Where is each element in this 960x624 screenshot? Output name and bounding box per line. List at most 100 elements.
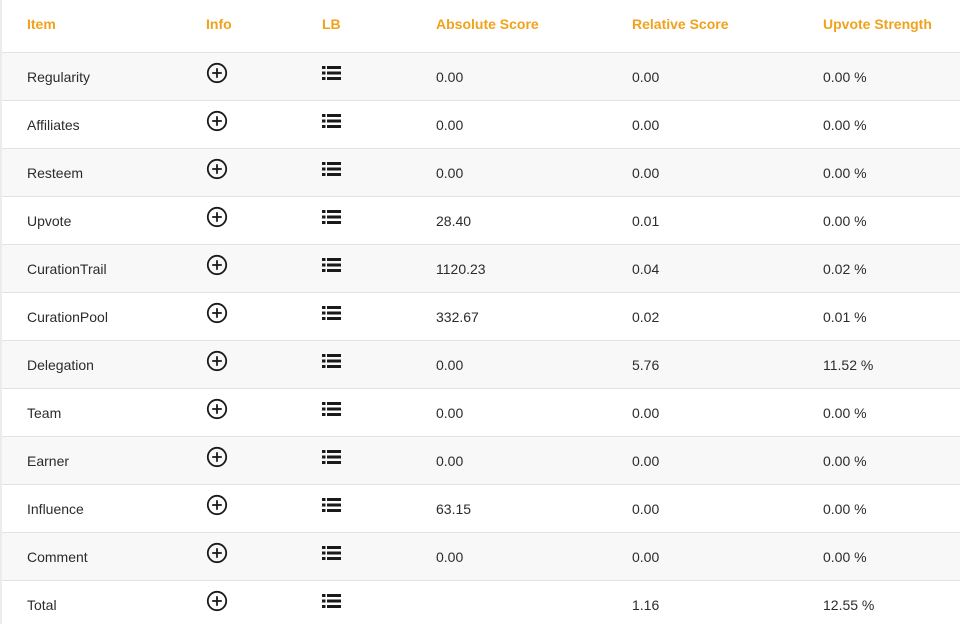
item-name: Comment xyxy=(27,548,88,565)
item-name: Earner xyxy=(27,452,70,469)
column-header-absolute-score[interactable]: Absolute Score xyxy=(436,0,539,52)
list-icon[interactable] xyxy=(322,113,341,129)
plus-circle-icon[interactable] xyxy=(206,398,228,420)
relative-score: 5.76 xyxy=(632,356,660,373)
table-row: Comment 0.00 0.00 0.00 % xyxy=(2,533,960,581)
relative-score: 0.01 xyxy=(632,212,660,229)
relative-score: 0.00 xyxy=(632,164,660,181)
info-cell xyxy=(206,241,228,288)
table-header: Item Info LB Absolute Score Relative Sco… xyxy=(2,0,960,53)
item-name: Resteem xyxy=(27,164,84,181)
plus-circle-icon[interactable] xyxy=(206,158,228,180)
list-icon[interactable] xyxy=(322,305,341,321)
lb-cell xyxy=(322,49,341,96)
column-header-lb[interactable]: LB xyxy=(322,0,341,52)
list-icon[interactable] xyxy=(322,209,341,225)
column-header-upvote-strength[interactable]: Upvote Strength xyxy=(823,0,932,52)
lb-cell xyxy=(322,385,341,432)
relative-score: 0.02 xyxy=(632,308,660,325)
plus-circle-icon[interactable] xyxy=(206,590,228,612)
lb-cell xyxy=(322,97,341,144)
item-name: Total xyxy=(27,596,57,613)
plus-circle-icon[interactable] xyxy=(206,446,228,468)
upvote-strength: 11.52 % xyxy=(823,356,874,373)
lb-cell xyxy=(322,481,341,528)
plus-circle-icon[interactable] xyxy=(206,206,228,228)
absolute-score: 1120.23 xyxy=(436,260,486,277)
absolute-score: 0.00 xyxy=(436,68,464,85)
table-row: Team 0.00 0.00 0.00 % xyxy=(2,389,960,437)
plus-circle-icon[interactable] xyxy=(206,254,228,276)
list-icon[interactable] xyxy=(322,65,341,81)
lb-cell xyxy=(322,193,341,240)
plus-circle-icon[interactable] xyxy=(206,542,228,564)
upvote-strength: 0.00 % xyxy=(823,500,867,517)
item-name: CurationPool xyxy=(27,308,108,325)
list-icon[interactable] xyxy=(322,593,341,609)
item-name: Regularity xyxy=(27,68,91,85)
lb-cell xyxy=(322,241,341,288)
lb-cell xyxy=(322,433,341,480)
item-name: Influence xyxy=(27,500,84,517)
list-icon[interactable] xyxy=(322,257,341,273)
info-cell xyxy=(206,529,228,576)
table-body: Regularity 0.00 0.00 0.00 % Affiliates 0.00 0.… xyxy=(2,53,960,624)
upvote-strength: 0.00 % xyxy=(823,68,867,85)
list-icon[interactable] xyxy=(322,545,341,561)
lb-cell xyxy=(322,577,341,624)
upvote-strength: 0.00 % xyxy=(823,212,867,229)
list-icon[interactable] xyxy=(322,161,341,177)
item-name: Affiliates xyxy=(27,116,80,133)
column-header-item[interactable]: Item xyxy=(27,0,56,52)
upvote-strength: 0.02 % xyxy=(823,260,867,277)
column-header-info[interactable]: Info xyxy=(206,0,232,52)
plus-circle-icon[interactable] xyxy=(206,302,228,324)
item-name: Upvote xyxy=(27,212,72,229)
table-row: Total 1.16 12.55 % xyxy=(2,581,960,624)
plus-circle-icon[interactable] xyxy=(206,110,228,132)
relative-score: 0.00 xyxy=(632,116,660,133)
absolute-score: 63.15 xyxy=(436,500,472,517)
lb-cell xyxy=(322,529,341,576)
upvote-strength: 0.00 % xyxy=(823,452,867,469)
score-table: Item Info LB Absolute Score Relative Sco… xyxy=(0,0,960,624)
relative-score: 0.00 xyxy=(632,404,660,421)
plus-circle-icon[interactable] xyxy=(206,62,228,84)
absolute-score: 0.00 xyxy=(436,452,464,469)
upvote-strength: 12.55 % xyxy=(823,596,875,613)
absolute-score: 0.00 xyxy=(436,548,464,565)
table-row: Influence 63.15 0.00 0.00 % xyxy=(2,485,960,533)
list-icon[interactable] xyxy=(322,449,341,465)
item-name: Delegation xyxy=(27,356,94,373)
column-header-relative-score[interactable]: Relative Score xyxy=(632,0,729,52)
info-cell xyxy=(206,97,228,144)
table-row: Regularity 0.00 0.00 0.00 % xyxy=(2,53,960,101)
table-row: Affiliates 0.00 0.00 0.00 % xyxy=(2,101,960,149)
absolute-score: 0.00 xyxy=(436,356,464,373)
absolute-score: 332.67 xyxy=(436,308,479,325)
upvote-strength: 0.01 % xyxy=(823,308,867,325)
table-row: Resteem 0.00 0.00 0.00 % xyxy=(2,149,960,197)
absolute-score: 0.00 xyxy=(436,164,464,181)
plus-circle-icon[interactable] xyxy=(206,350,228,372)
table-row: CurationPool 332.67 0.02 0.01 % xyxy=(2,293,960,341)
info-cell xyxy=(206,289,228,336)
relative-score: 0.04 xyxy=(632,260,660,277)
list-icon[interactable] xyxy=(322,497,341,513)
plus-circle-icon[interactable] xyxy=(206,494,228,516)
upvote-strength: 0.00 % xyxy=(823,548,867,565)
info-cell xyxy=(206,577,228,624)
info-cell xyxy=(206,337,228,384)
table-row: CurationTrail 1120.23 0.04 0.02 % xyxy=(2,245,960,293)
list-icon[interactable] xyxy=(322,353,341,369)
absolute-score: 0.00 xyxy=(436,404,464,421)
item-name: Team xyxy=(27,404,62,421)
list-icon[interactable] xyxy=(322,401,341,417)
table-row: Upvote 28.40 0.01 0.00 % xyxy=(2,197,960,245)
info-cell xyxy=(206,385,228,432)
info-cell xyxy=(206,481,228,528)
absolute-score: 0.00 xyxy=(436,116,464,133)
upvote-strength: 0.00 % xyxy=(823,164,867,181)
relative-score: 0.00 xyxy=(632,500,660,517)
lb-cell xyxy=(322,337,341,384)
